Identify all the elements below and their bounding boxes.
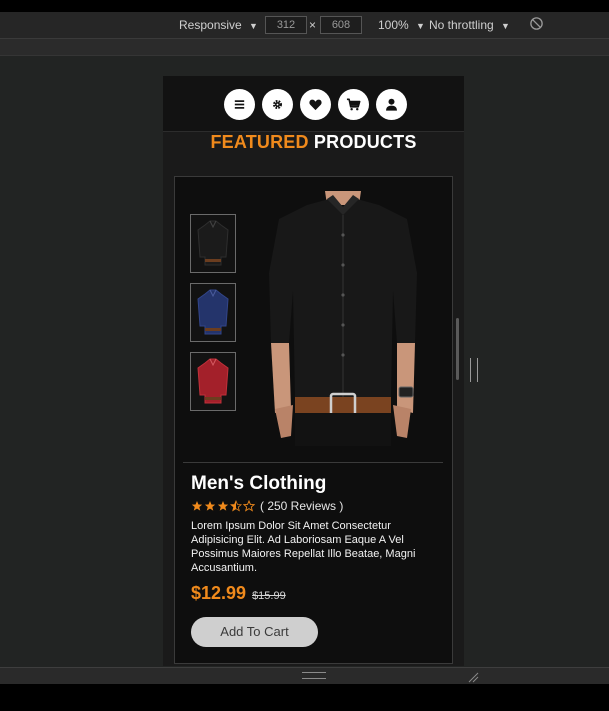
section-title: FEATURED PRODUCTS — [163, 132, 464, 153]
star-empty-icon — [243, 500, 255, 512]
bottom-resize-handle[interactable] — [302, 672, 326, 679]
review-count: ( 250 Reviews ) — [260, 499, 344, 513]
product-rating: ( 250 Reviews ) — [191, 499, 343, 513]
star-full-icon — [191, 501, 203, 511]
bottom-resize-bar — [0, 667, 609, 684]
chevron-down-icon: ▼ — [501, 21, 510, 31]
star-half-icon — [230, 500, 242, 512]
page-scrollbar[interactable] — [456, 318, 459, 380]
width-input[interactable]: 312 — [265, 16, 307, 34]
product-card: Men's Clothing ( 250 Reviews ) Lorem Ips… — [174, 176, 453, 664]
star-full-icon — [204, 501, 216, 511]
navbar — [163, 76, 464, 132]
device-viewport: FEATURED PRODUCTS Men's Clothing (250 R… — [163, 76, 464, 666]
media-query-ruler — [0, 39, 609, 56]
card-divider — [183, 462, 443, 463]
cart-icon[interactable] — [338, 89, 369, 120]
height-input[interactable]: 608 — [320, 16, 362, 34]
product-description: Lorem Ipsum Dolor Sit Amet Consectetur A… — [191, 520, 416, 574]
corner-resize-icon[interactable] — [467, 670, 479, 683]
dimension-separator: × — [309, 18, 317, 32]
settings-icon[interactable] — [262, 89, 293, 120]
chevron-down-icon: ▼ — [416, 21, 425, 31]
product-main-image — [247, 191, 439, 446]
product-title: Men's Clothing — [191, 473, 327, 494]
zoom-dropdown[interactable]: 100% ▼ — [378, 18, 425, 32]
section-title-rest: PRODUCTS — [308, 132, 417, 152]
star-full-icon — [217, 501, 229, 511]
thumbnail-blue-shirt[interactable] — [190, 283, 236, 342]
heart-icon[interactable] — [300, 89, 331, 120]
rotate-icon[interactable] — [529, 16, 544, 34]
user-icon[interactable] — [376, 89, 407, 120]
viewport-resize-handle[interactable] — [470, 358, 478, 382]
device-label: Responsive — [179, 18, 242, 32]
add-to-cart-button[interactable]: Add To Cart — [191, 617, 318, 647]
section-title-accent: FEATURED — [210, 132, 309, 152]
chevron-down-icon: ▼ — [249, 21, 258, 31]
current-price: $12.99 — [191, 583, 247, 603]
device-dropdown[interactable]: Responsive ▼ — [179, 18, 258, 32]
throttle-dropdown[interactable]: No throttling ▼ — [429, 18, 510, 32]
original-price: $15.99 — [252, 590, 286, 602]
price-row: $12.99 $15.99 — [191, 583, 286, 604]
thumbnail-red-shirt[interactable] — [190, 352, 236, 411]
screen-bottom-frame — [0, 684, 609, 711]
zoom-label: 100% — [378, 18, 409, 32]
thumbnail-black-shirt[interactable] — [190, 214, 236, 273]
screen-top-frame — [0, 0, 609, 12]
throttle-label: No throttling — [429, 18, 494, 32]
menu-icon[interactable] — [224, 89, 255, 120]
responsive-toolbar: Responsive ▼ 312 × 608 100% ▼ No throttl… — [0, 12, 609, 39]
